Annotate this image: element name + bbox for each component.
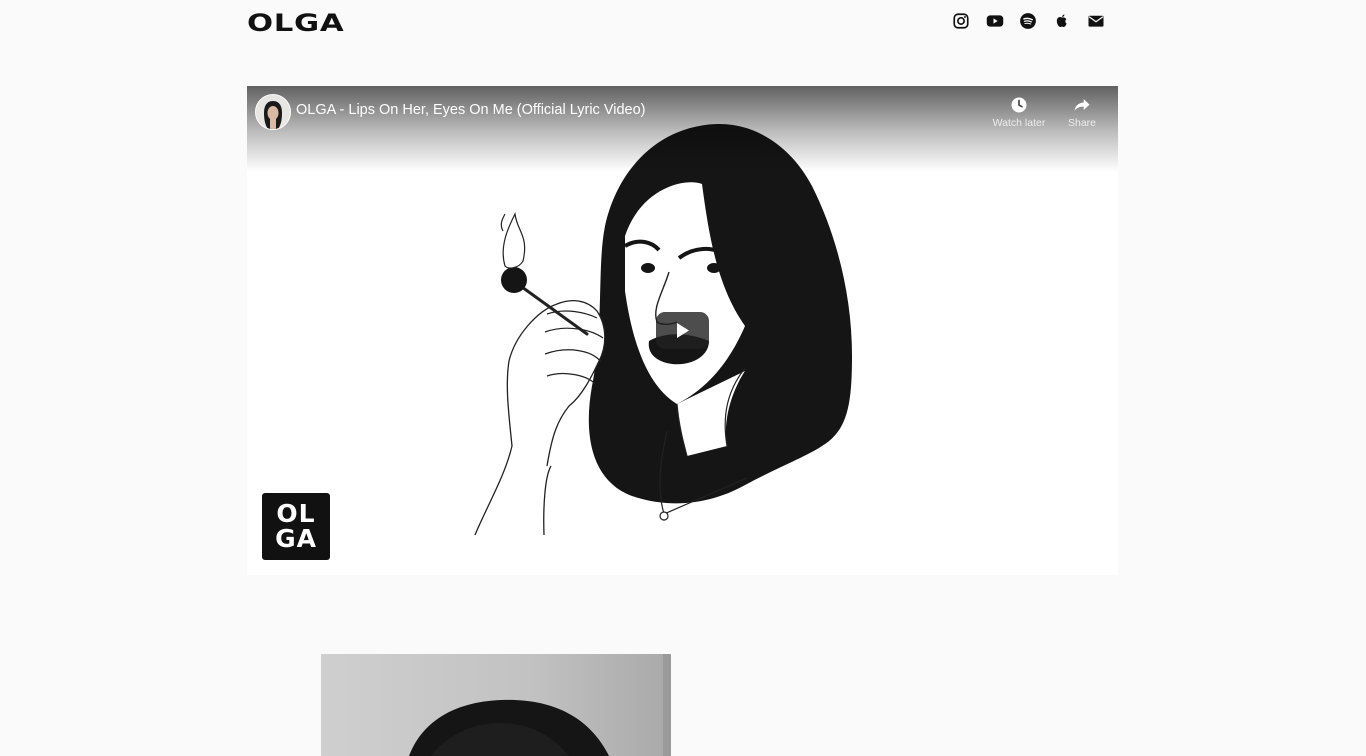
youtube-icon bbox=[986, 15, 1003, 27]
artist-photo bbox=[321, 654, 671, 756]
badge-line-2: GA bbox=[275, 524, 317, 553]
video-top-gradient bbox=[247, 86, 1118, 172]
play-button[interactable] bbox=[656, 312, 709, 349]
clock-icon bbox=[1011, 97, 1027, 113]
spotify-link[interactable] bbox=[1019, 12, 1037, 30]
youtube-link[interactable] bbox=[986, 12, 1004, 30]
video-title[interactable]: OLGA - Lips On Her, Eyes On Me (Official… bbox=[296, 102, 645, 118]
olga-channel-watermark[interactable]: OL GA bbox=[262, 493, 330, 560]
site-logo[interactable]: OLGA bbox=[247, 10, 344, 36]
channel-avatar[interactable] bbox=[255, 94, 291, 130]
email-link[interactable] bbox=[1087, 12, 1105, 30]
share-button[interactable]: Share bbox=[1052, 95, 1112, 129]
share-label: Share bbox=[1067, 117, 1097, 129]
watch-later-button[interactable]: Watch later bbox=[989, 95, 1049, 129]
apple-music-link[interactable] bbox=[1053, 12, 1071, 30]
email-icon bbox=[1088, 15, 1104, 27]
instagram-icon bbox=[953, 13, 969, 29]
share-icon bbox=[1074, 99, 1090, 111]
social-links bbox=[952, 12, 1105, 30]
spotify-icon bbox=[1020, 13, 1037, 29]
badge-line-1: OL bbox=[276, 499, 316, 528]
apple-icon bbox=[1056, 14, 1067, 28]
play-icon bbox=[677, 323, 689, 338]
youtube-embed[interactable]: OLGA - Lips On Her, Eyes On Me (Official… bbox=[247, 86, 1118, 575]
watch-later-label: Watch later bbox=[992, 117, 1046, 129]
instagram-link[interactable] bbox=[952, 12, 970, 30]
